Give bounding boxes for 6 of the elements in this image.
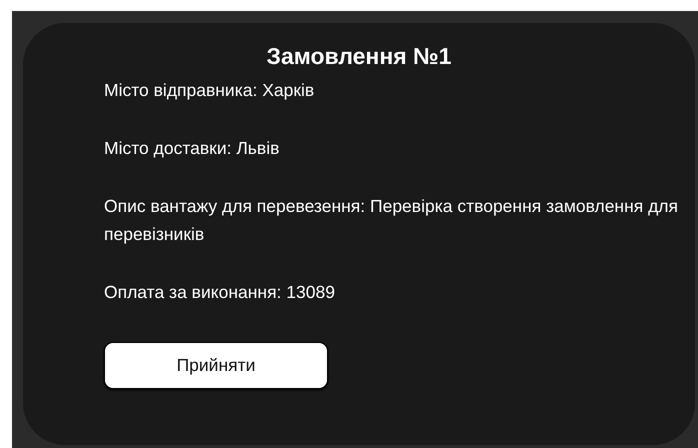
- order-detail: Опис вантажу для перевезення: Перевірка створення замовлення для перевізників: [104, 195, 679, 246]
- order-detail: Місто доставки: Львів: [104, 137, 280, 160]
- order-detail: Місто відправника: Харків: [104, 79, 316, 102]
- order-detail: Оплата за виконання: 13089: [104, 281, 336, 304]
- order-title: Замовлення №1: [266, 42, 452, 70]
- accept-button[interactable]: Прийняти: [104, 342, 328, 389]
